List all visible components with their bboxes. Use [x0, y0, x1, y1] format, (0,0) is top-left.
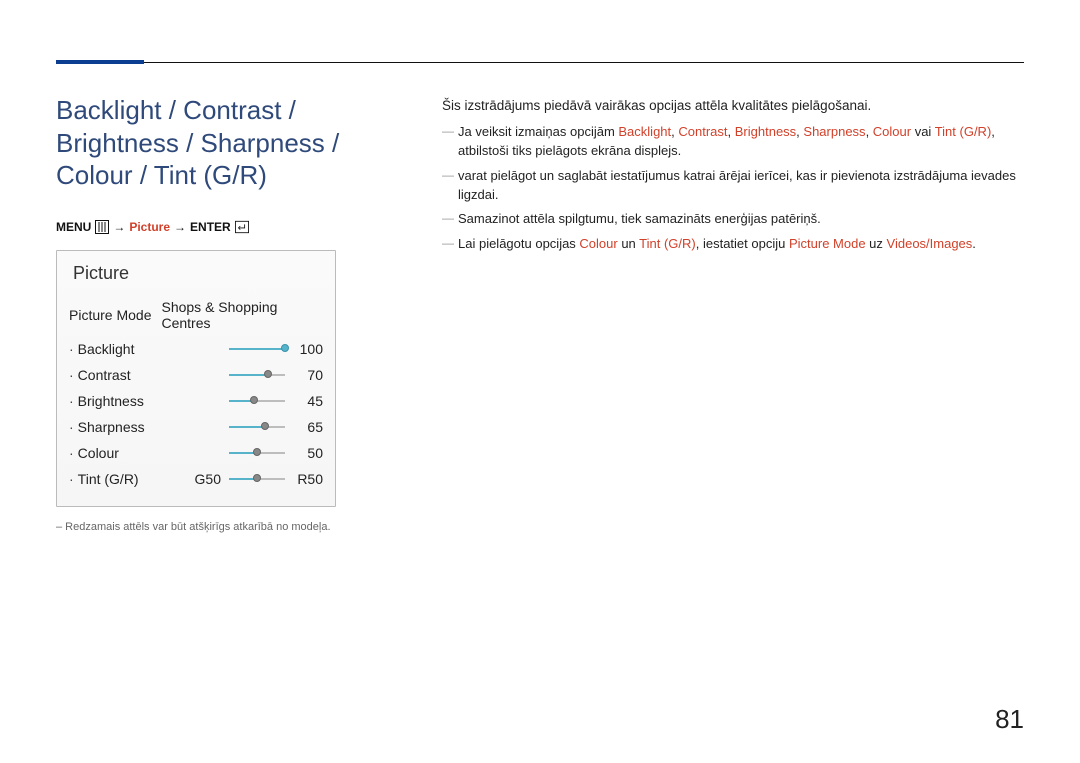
setting-value: 50 [293, 445, 323, 461]
panel-title: Picture [73, 263, 323, 284]
menu-path: MENU → Picture → ENTER [56, 220, 396, 234]
setting-row[interactable]: ·Sharpness65 [69, 414, 323, 440]
slider[interactable] [229, 449, 285, 457]
setting-label: Brightness [78, 393, 144, 409]
setting-row[interactable]: ·Brightness45 [69, 388, 323, 414]
setting-value: 70 [293, 367, 323, 383]
page-number: 81 [995, 704, 1024, 735]
top-rule [56, 62, 1024, 63]
menupath-menu: MENU [56, 220, 91, 234]
slider[interactable] [229, 423, 285, 431]
arrow-icon: → [113, 220, 125, 234]
arrow-icon: → [174, 220, 186, 234]
setting-label: Contrast [78, 367, 131, 383]
setting-value: 65 [293, 419, 323, 435]
enter-icon [235, 220, 249, 234]
setting-row[interactable]: ·Backlight100 [69, 336, 323, 362]
bullet-1: Ja veiksit izmaiņas opcijām Backlight, C… [458, 123, 1024, 161]
setting-label: Colour [78, 445, 119, 461]
menupath-section: Picture [129, 220, 170, 234]
picture-mode-value: Shops & Shopping Centres [161, 299, 323, 331]
slider[interactable] [229, 475, 285, 483]
setting-row[interactable]: ·Contrast70 [69, 362, 323, 388]
intro-text: Šis izstrādājums piedāvā vairākas opcija… [442, 98, 1024, 113]
setting-label: Sharpness [78, 419, 145, 435]
setting-row[interactable]: ·Colour50 [69, 440, 323, 466]
accent-bar [56, 60, 144, 64]
picture-settings-panel: Picture Picture Mode Shops & Shopping Ce… [56, 250, 336, 507]
tint-right-value: R50 [293, 471, 323, 487]
bullet-2: varat pielāgot un saglabāt iestatījumus … [458, 167, 1024, 205]
bullet-3: Samazinot attēla spilgtumu, tiek samazin… [458, 210, 1024, 229]
setting-label: Backlight [78, 341, 135, 357]
menupath-enter: ENTER [190, 220, 231, 234]
slider[interactable] [229, 345, 285, 353]
tint-left-value: G50 [193, 471, 221, 487]
slider[interactable] [229, 371, 285, 379]
picture-mode-row[interactable]: Picture Mode Shops & Shopping Centres [69, 294, 323, 336]
model-note: – Redzamais attēls var būt atšķirīgs atk… [56, 521, 396, 533]
page-title: Backlight / Contrast / Brightness / Shar… [56, 94, 396, 192]
picture-mode-label: Picture Mode [69, 307, 151, 323]
menu-iii-icon [95, 220, 109, 234]
setting-label: Tint (G/R) [78, 471, 139, 487]
slider[interactable] [229, 397, 285, 405]
setting-value: 45 [293, 393, 323, 409]
setting-value: 100 [293, 341, 323, 357]
bullet-4: Lai pielāgotu opcijas Colour un Tint (G/… [458, 235, 1024, 254]
tint-row[interactable]: ·Tint (G/R) G50 R50 [69, 466, 323, 492]
